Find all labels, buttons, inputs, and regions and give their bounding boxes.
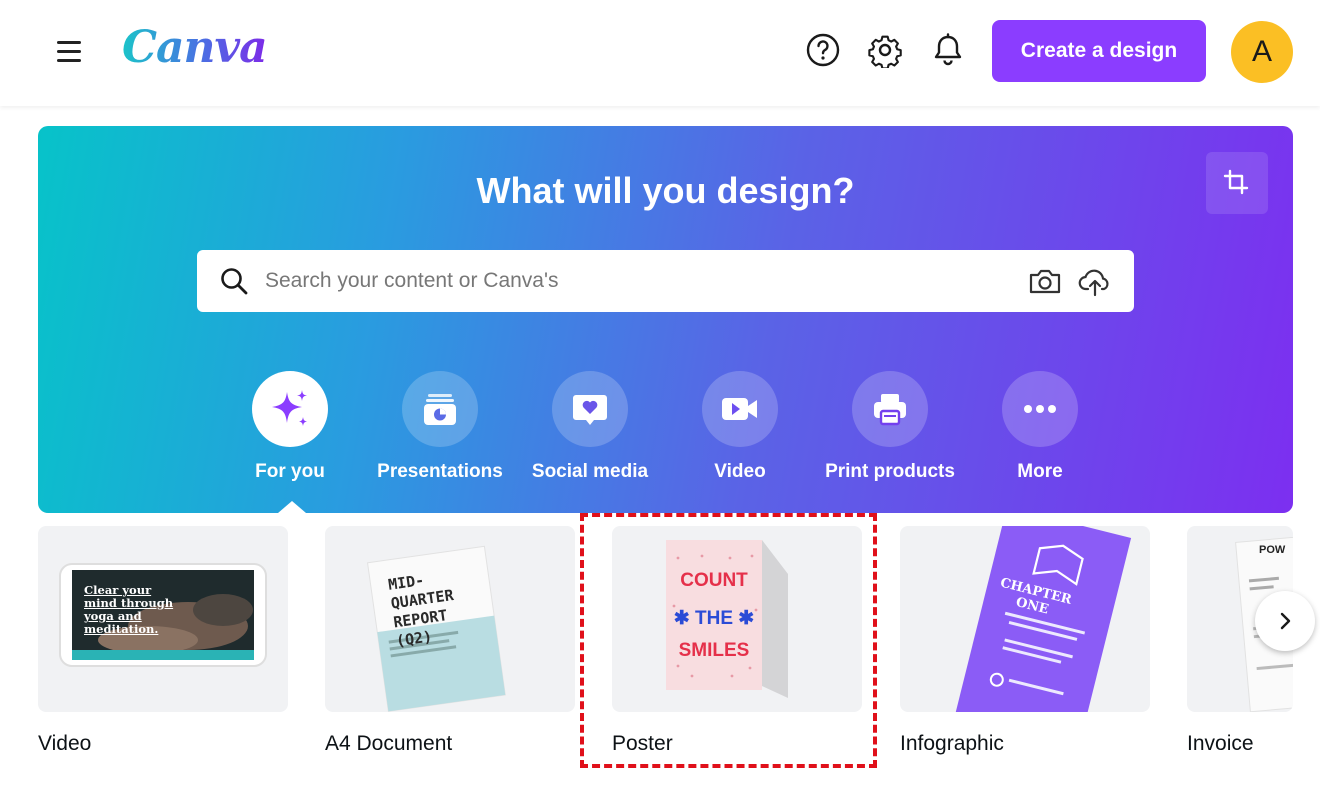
search-input[interactable] [265, 260, 1005, 302]
svg-text:COUNT: COUNT [680, 570, 748, 591]
help-icon[interactable] [805, 32, 841, 68]
user-avatar[interactable]: A [1231, 21, 1293, 83]
sparkle-icon [272, 390, 307, 426]
camera-search-icon[interactable] [1027, 264, 1063, 298]
category-print-products[interactable]: Print products [820, 371, 960, 483]
hero-banner: What will you design? Search your conten… [38, 126, 1293, 513]
category-label: More [1017, 461, 1063, 482]
template-label: Infographic [900, 732, 1004, 755]
category-label: For you [255, 461, 325, 482]
poster-thumbnail: COUNT ✱ THE ✱ SMILES [612, 526, 862, 712]
category-for-you[interactable]: For you [220, 371, 360, 483]
canva-logo[interactable]: Canva [122, 22, 268, 73]
hero-title: What will you design? [476, 170, 855, 211]
svg-text:SMILES: SMILES [679, 640, 750, 661]
category-shortcuts: For you Presentations Social media Video… [38, 371, 1293, 501]
chevron-right-icon [1280, 612, 1291, 630]
template-infographic[interactable]: CHAPTER ONE Infographic [900, 526, 1150, 756]
video-circle [702, 371, 778, 447]
presentation-icon [424, 394, 456, 425]
menu-line [57, 58, 81, 62]
poster-preview-image: COUNT ✱ THE ✱ SMILES [666, 540, 788, 698]
video-thumb-text: Clear your mind through yoga and meditat… [84, 583, 174, 636]
video-camera-icon [722, 398, 757, 420]
for-you-circle [252, 371, 328, 447]
resize-crop-button[interactable] [1206, 152, 1268, 214]
category-presentations[interactable]: Presentations [370, 371, 510, 483]
search-icon [221, 268, 248, 295]
video-thumbnail: Clear your mind through yoga and meditat… [38, 526, 288, 712]
category-video[interactable]: Video [670, 371, 810, 483]
settings-gear-icon[interactable] [867, 32, 903, 68]
category-label: Social media [531, 461, 649, 482]
category-more[interactable]: More [970, 371, 1110, 483]
presentations-circle [402, 371, 478, 447]
category-label: Presentations [377, 461, 503, 482]
hamburger-menu-button[interactable] [52, 33, 86, 69]
carousel-next-button[interactable] [1255, 591, 1315, 651]
template-label: A4 Document [325, 732, 453, 755]
category-label: Video [714, 461, 766, 482]
more-dots-icon [1024, 405, 1056, 413]
create-design-button[interactable]: Create a design [992, 20, 1206, 82]
menu-line [57, 40, 81, 44]
heart-chat-icon [573, 395, 607, 425]
svg-text:✱ THE ✱: ✱ THE ✱ [674, 608, 754, 629]
document-thumb-text: MID-QUARTER REPORT (Q2) [387, 570, 455, 651]
category-label: Print products [825, 461, 955, 482]
printer-icon [874, 394, 906, 426]
crop-icon [1223, 169, 1249, 195]
template-label: Poster [612, 732, 673, 755]
active-category-pointer [278, 501, 306, 513]
top-header: Canva Create a design A [0, 0, 1320, 106]
infographic-thumbnail: CHAPTER ONE [900, 526, 1150, 712]
template-poster[interactable]: COUNT ✱ THE ✱ SMILES Poster [612, 526, 862, 756]
category-social-media[interactable]: Social media [520, 371, 660, 483]
template-a4-document[interactable]: MID-QUARTER REPORT (Q2) A4 Document [325, 526, 575, 756]
template-video[interactable]: Clear your mind through yoga and meditat… [38, 526, 288, 756]
search-bar [197, 250, 1134, 312]
print-products-circle [852, 371, 928, 447]
notification-bell-icon[interactable] [930, 32, 966, 68]
infographic-preview-image [953, 526, 1132, 712]
template-label: Invoice [1187, 732, 1254, 755]
upload-cloud-icon[interactable] [1077, 264, 1113, 298]
social-media-circle [552, 371, 628, 447]
menu-line [57, 49, 81, 53]
template-label: Video [38, 732, 92, 755]
a4-document-thumbnail: MID-QUARTER REPORT (Q2) [325, 526, 575, 712]
invoice-thumb-text: POW [1259, 544, 1286, 556]
more-circle [1002, 371, 1078, 447]
